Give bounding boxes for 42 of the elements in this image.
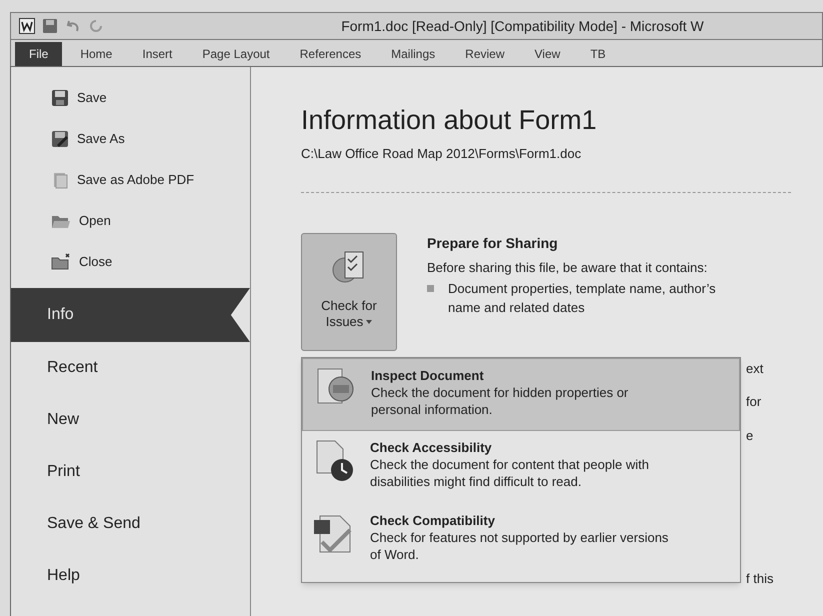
window-title: Form1.doc [Read-Only] [Compatibility Mode] - Microsoft W (341, 16, 704, 36)
redo-icon[interactable] (89, 19, 103, 33)
ribbon-tab[interactable]: Home (68, 42, 124, 66)
backstage-tab[interactable]: New (11, 394, 250, 446)
issues-menu-item[interactable]: Inspect Document Check the document for hidden properties or personal information. (302, 358, 740, 430)
backstage-command[interactable]: Open (11, 200, 250, 241)
file-path: C:\Law Office Road Map 2012\Forms\Form1.doc (301, 145, 582, 163)
backstage-tab[interactable]: Info (11, 288, 250, 342)
covered-text: f this (746, 570, 774, 588)
info-title: Information about Form1 (301, 107, 598, 134)
backstage-command[interactable]: Save As (11, 118, 250, 159)
ribbon-tab[interactable]: Page Layout (190, 42, 282, 66)
document-stack-icon (51, 170, 69, 188)
backstage-tab[interactable]: Save & Send (11, 498, 250, 550)
covered-text: e (746, 426, 754, 444)
floppy-pencil-icon (51, 130, 69, 148)
covered-text: for (746, 393, 762, 411)
ribbon-tab[interactable]: Review (453, 42, 517, 66)
ribbon-tab[interactable]: File (15, 42, 62, 66)
backstage-command[interactable]: Close (11, 241, 250, 282)
backstage-tab[interactable]: Print (11, 446, 250, 498)
bullet-text: Document properties, template name, author’s name and related dates (448, 280, 717, 316)
section-heading: Prepare for Sharing (427, 234, 559, 253)
bullet-icon (427, 284, 434, 292)
backstage-tab[interactable]: Help (11, 550, 250, 602)
check-for-issues-button[interactable]: Check for Issues (301, 232, 397, 350)
word-logo-icon (19, 18, 35, 34)
ribbon-tab[interactable]: TB (578, 42, 618, 66)
ribbon-tab[interactable]: View (522, 42, 572, 66)
folder-icon (51, 252, 71, 270)
ribbon-tab[interactable]: Insert (130, 42, 184, 66)
covered-text: ext (746, 360, 764, 378)
backstage-command[interactable]: Save (11, 77, 250, 118)
undo-icon[interactable] (65, 19, 81, 33)
section-text: Before sharing this file, be aware that it contains: (427, 258, 708, 276)
caret-icon (366, 320, 372, 324)
backstage-tab[interactable]: Recent (11, 342, 250, 394)
ribbon-tab[interactable]: Mailings (379, 42, 448, 66)
ribbon-tab[interactable]: References (288, 42, 374, 66)
backstage-command[interactable]: Save as Adobe PDF (11, 159, 250, 200)
issues-menu-item[interactable]: Check Accessibility Check the document for content that people with disabilities might find difficult to read. (302, 430, 740, 504)
issues-menu-item[interactable]: Check Compatibility Check for features not supported by earlier versions of Word. (302, 504, 740, 576)
